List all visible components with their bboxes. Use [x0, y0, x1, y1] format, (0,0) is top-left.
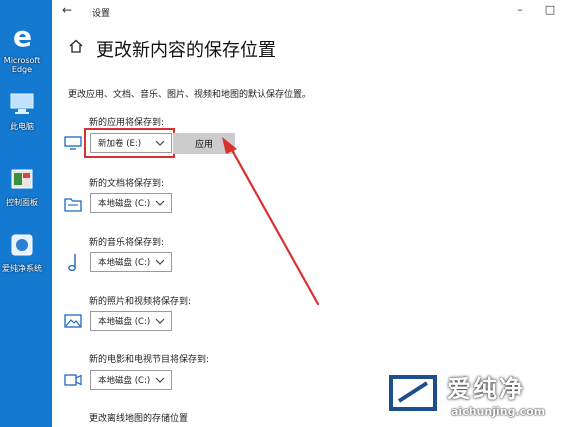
- music-note-icon: [68, 254, 76, 272]
- desktop-icon-program[interactable]: 控制面板: [2, 168, 42, 207]
- photos-drive-value: 本地磁盘 (C:): [98, 317, 151, 327]
- documents-drive-dropdown[interactable]: 本地磁盘 (C:): [90, 193, 172, 213]
- chevron-down-icon: [155, 259, 165, 265]
- app-icon: [11, 234, 33, 256]
- back-arrow-icon[interactable]: ←: [62, 3, 72, 17]
- settings-window: ← 设置 – □ 更改新内容的保存位置 更改应用、文档、音乐、图片、视频和地图的…: [52, 0, 579, 427]
- window-title: 设置: [92, 9, 111, 19]
- watermark-logo-icon: [389, 375, 437, 411]
- documents-drive-value: 本地磁盘 (C:): [98, 199, 151, 209]
- home-icon[interactable]: [68, 38, 84, 54]
- page-title: 更改新内容的保存位置: [96, 40, 276, 61]
- movies-drive-dropdown[interactable]: 本地磁盘 (C:): [90, 370, 172, 390]
- chevron-down-icon: [155, 140, 165, 146]
- photos-save-label: 新的照片和视频将保存到:: [89, 297, 192, 307]
- apps-drive-dropdown[interactable]: 新加卷 (E:): [90, 133, 172, 153]
- chevron-down-icon: [155, 318, 165, 324]
- offline-maps-link[interactable]: 更改离线地图的存储位置: [89, 411, 188, 424]
- image-icon: [64, 314, 82, 328]
- minimize-button[interactable]: –: [512, 3, 528, 16]
- desktop-icon-label: Microsoft Edge: [3, 56, 41, 74]
- computer-icon: [10, 93, 34, 114]
- documents-save-label: 新的文档将保存到:: [89, 179, 165, 189]
- desktop-icon-label: 此电脑: [10, 122, 34, 131]
- apps-drive-value: 新加卷 (E:): [98, 139, 142, 149]
- desktop-icon-computer[interactable]: 此电脑: [2, 92, 42, 131]
- edge-icon: e: [13, 20, 32, 53]
- folder-icon: [64, 198, 82, 212]
- desktop-icon-label: 控制面板: [6, 198, 38, 207]
- video-camera-icon: [64, 374, 82, 386]
- desktop-icon-app[interactable]: 爱纯净系统: [2, 232, 42, 273]
- photos-drive-dropdown[interactable]: 本地磁盘 (C:): [90, 311, 172, 331]
- watermark-brand: 爱纯净: [447, 375, 525, 403]
- music-drive-dropdown[interactable]: 本地磁盘 (C:): [90, 252, 172, 272]
- monitor-icon: [64, 136, 82, 150]
- page-description: 更改应用、文档、音乐、图片、视频和地图的默认保存位置。: [68, 90, 312, 100]
- svg-text:e: e: [13, 22, 32, 50]
- watermark-site: aichunjing.com: [451, 405, 546, 418]
- movies-drive-value: 本地磁盘 (C:): [98, 376, 151, 386]
- apply-button[interactable]: 应用: [173, 133, 235, 154]
- watermark: 爱纯净 aichunjing.com: [385, 367, 573, 423]
- title-bar: ← 设置 – □: [52, 0, 579, 24]
- desktop-icon-label: 爱纯净系统: [2, 264, 42, 273]
- desktop: e Microsoft Edge 此电脑 控制面板 爱纯净系统: [0, 0, 52, 427]
- music-save-label: 新的音乐将保存到:: [89, 238, 165, 248]
- maximize-button[interactable]: □: [542, 3, 558, 16]
- chevron-down-icon: [155, 377, 165, 383]
- music-drive-value: 本地磁盘 (C:): [98, 258, 151, 268]
- desktop-icon-edge[interactable]: e Microsoft Edge: [2, 20, 42, 74]
- apps-save-label: 新的应用将保存到:: [89, 118, 165, 128]
- chevron-down-icon: [155, 200, 165, 206]
- program-icon: [11, 169, 33, 189]
- movies-save-label: 新的电影和电视节目将保存到:: [89, 355, 210, 365]
